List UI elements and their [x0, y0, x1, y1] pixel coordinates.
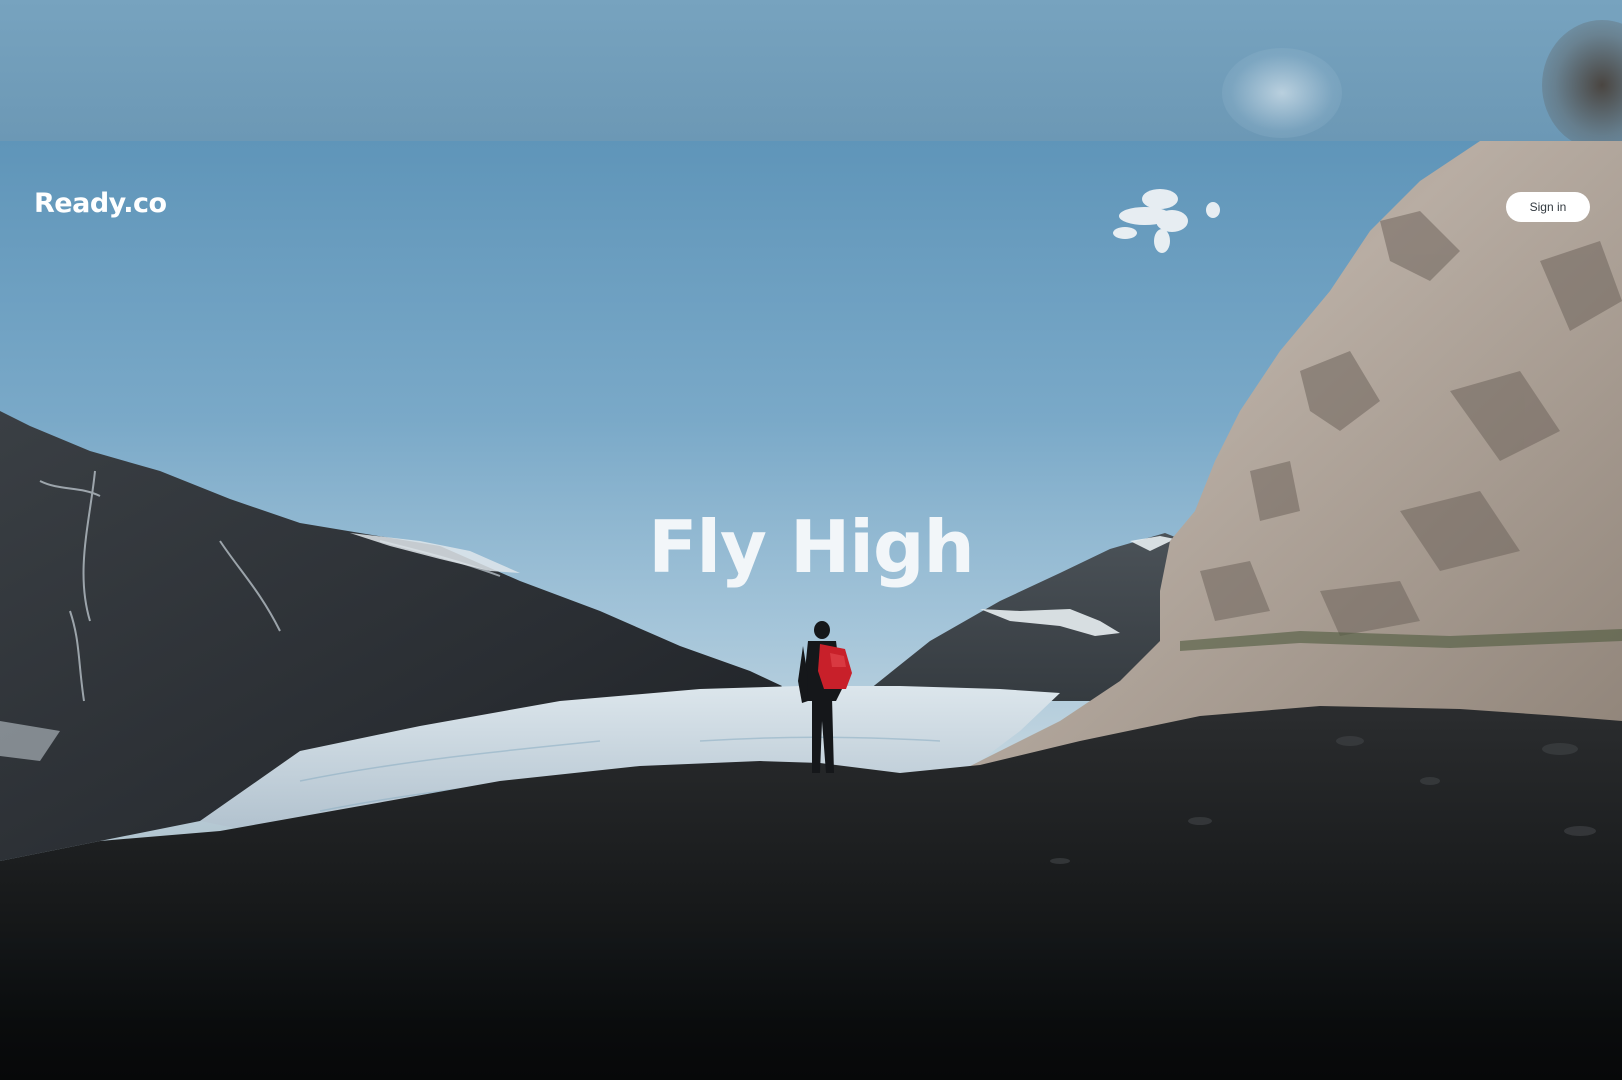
hero-section: Ready.co Sign in Fly High — [0, 141, 1622, 938]
page: Ready.co Sign in Fly High — [0, 0, 1622, 1080]
blurred-backdrop-top — [0, 0, 1622, 150]
blurred-sun-glow — [1222, 48, 1342, 138]
cloud — [1113, 189, 1220, 253]
blurred-backdrop-bottom — [0, 938, 1622, 1080]
hero-headline: Fly High — [648, 505, 975, 589]
sign-in-button[interactable]: Sign in — [1506, 192, 1590, 222]
brand-logo[interactable]: Ready.co — [34, 188, 167, 219]
blurred-rock-edge — [1542, 20, 1622, 150]
